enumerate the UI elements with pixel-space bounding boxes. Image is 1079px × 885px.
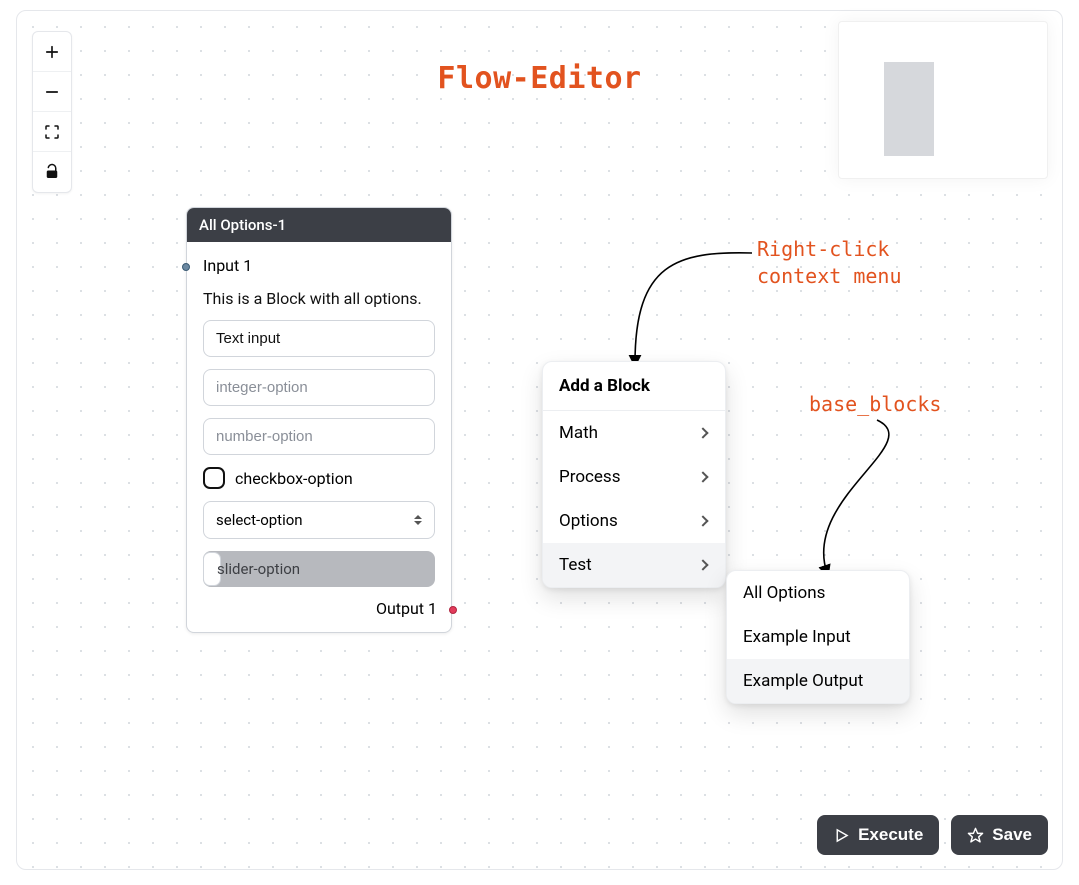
node-title[interactable]: All Options-1 [187, 208, 451, 242]
select-caret-icon [412, 514, 424, 526]
context-submenu: All Options Example Input Example Output [726, 570, 910, 704]
view-toolbar [32, 31, 72, 193]
save-button-label: Save [992, 825, 1032, 845]
star-icon [967, 827, 984, 844]
annotation-base-blocks: base_blocks [809, 391, 941, 418]
context-menu-item-process[interactable]: Process [543, 455, 725, 499]
context-menu-item-math[interactable]: Math [543, 411, 725, 455]
submenu-item-example-output[interactable]: Example Output [727, 659, 909, 703]
chevron-right-icon [697, 559, 708, 570]
fit-view-button[interactable] [33, 112, 71, 152]
submenu-item-example-input[interactable]: Example Input [727, 615, 909, 659]
minus-icon [43, 83, 61, 101]
chevron-right-icon [697, 515, 708, 526]
select-option-field[interactable]: select-option [203, 501, 435, 539]
checkbox-option-row: checkbox-option [203, 467, 435, 489]
context-menu-item-label: Test [559, 555, 592, 575]
chevron-right-icon [697, 471, 708, 482]
zoom-in-button[interactable] [33, 32, 71, 72]
output-port-label: Output 1 [187, 593, 451, 632]
annotation-context-menu: Right-click context menu [757, 236, 902, 290]
execute-button[interactable]: Execute [817, 815, 939, 855]
fit-view-icon [43, 123, 61, 141]
play-icon [833, 827, 850, 844]
node-body: This is a Block with all options. checkb… [187, 275, 451, 593]
submenu-item-label: Example Output [743, 671, 863, 691]
context-menu-item-label: Options [559, 511, 618, 531]
text-input-field[interactable] [203, 320, 435, 357]
chevron-right-icon [697, 427, 708, 438]
context-menu-title: Add a Block [543, 362, 725, 411]
input-port[interactable] [182, 263, 190, 271]
lock-view-button[interactable] [33, 152, 71, 192]
number-option-field[interactable] [203, 418, 435, 455]
zoom-out-button[interactable] [33, 72, 71, 112]
node-all-options[interactable]: All Options-1 Input 1 This is a Block wi… [186, 207, 452, 633]
page-title: Flow-Editor [437, 61, 641, 96]
select-option-value: select-option [216, 511, 303, 529]
integer-option-field[interactable] [203, 369, 435, 406]
context-menu-item-options[interactable]: Options [543, 499, 725, 543]
footer-actions: Execute Save [817, 815, 1048, 855]
submenu-item-all-options[interactable]: All Options [727, 571, 909, 615]
node-description: This is a Block with all options. [203, 289, 435, 308]
output-port[interactable] [449, 606, 457, 614]
submenu-item-label: All Options [743, 583, 825, 603]
checkbox-option-label: checkbox-option [235, 469, 353, 488]
context-menu-item-label: Math [559, 423, 598, 443]
annotation-arrow-base-blocks [812, 418, 952, 588]
context-menu-item-test[interactable]: Test [543, 543, 725, 587]
slider-option-label: slider-option [217, 560, 300, 578]
checkbox-option[interactable] [203, 467, 225, 489]
slider-option[interactable]: slider-option [203, 551, 435, 587]
submenu-item-label: Example Input [743, 627, 851, 647]
minimap[interactable] [838, 21, 1048, 179]
minimap-viewport [884, 62, 934, 156]
context-menu: Add a Block Math Process Options Test [542, 361, 726, 588]
flow-canvas[interactable]: Flow-Editor Right-click context menu bas… [16, 10, 1063, 870]
unlock-icon [43, 163, 61, 181]
execute-button-label: Execute [858, 825, 923, 845]
save-button[interactable]: Save [951, 815, 1048, 855]
context-menu-item-label: Process [559, 467, 620, 487]
plus-icon [43, 43, 61, 61]
input-port-label: Input 1 [187, 242, 451, 275]
